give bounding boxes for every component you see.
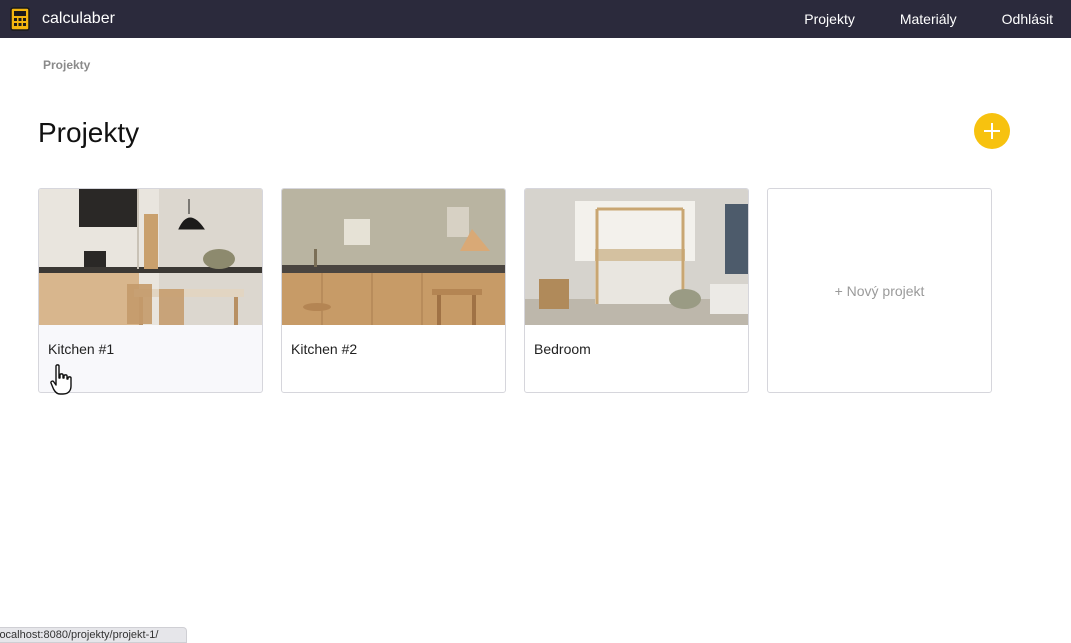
page-title: Projekty bbox=[38, 117, 140, 148]
project-card-bedroom[interactable]: Bedroom bbox=[524, 188, 749, 393]
project-title: Kitchen #1 bbox=[48, 341, 115, 357]
plus-icon bbox=[984, 123, 1000, 139]
project-title: Kitchen #2 bbox=[291, 341, 358, 357]
hand-pointer-icon bbox=[50, 364, 72, 395]
breadcrumb[interactable]: Projekty bbox=[43, 58, 90, 72]
project-card-kitchen-1[interactable]: Kitchen #1 bbox=[38, 188, 263, 393]
status-url: localhost:8080/projekty/projekt-1/ bbox=[0, 629, 159, 641]
top-navbar: calculaber Projekty Materiály Odhlásit bbox=[0, 0, 1071, 38]
app-name: calculaber bbox=[42, 10, 115, 27]
calculator-icon bbox=[10, 7, 30, 31]
new-project-card[interactable]: + Nový projekt bbox=[767, 188, 992, 393]
project-thumbnail bbox=[39, 189, 262, 325]
brand[interactable]: calculaber bbox=[10, 7, 115, 31]
project-title: Bedroom bbox=[534, 341, 591, 357]
project-card-kitchen-2[interactable]: Kitchen #2 bbox=[281, 188, 506, 393]
project-thumbnail bbox=[525, 189, 748, 325]
new-project-label: + Nový projekt bbox=[834, 282, 925, 299]
nav-odhlasit[interactable]: Odhlásit bbox=[1002, 11, 1053, 27]
project-thumbnail bbox=[282, 189, 505, 325]
nav-projekty[interactable]: Projekty bbox=[804, 11, 855, 27]
main-nav: Projekty Materiály Odhlásit bbox=[804, 0, 1071, 38]
add-project-button[interactable] bbox=[974, 113, 1010, 149]
nav-materialy[interactable]: Materiály bbox=[900, 11, 957, 27]
